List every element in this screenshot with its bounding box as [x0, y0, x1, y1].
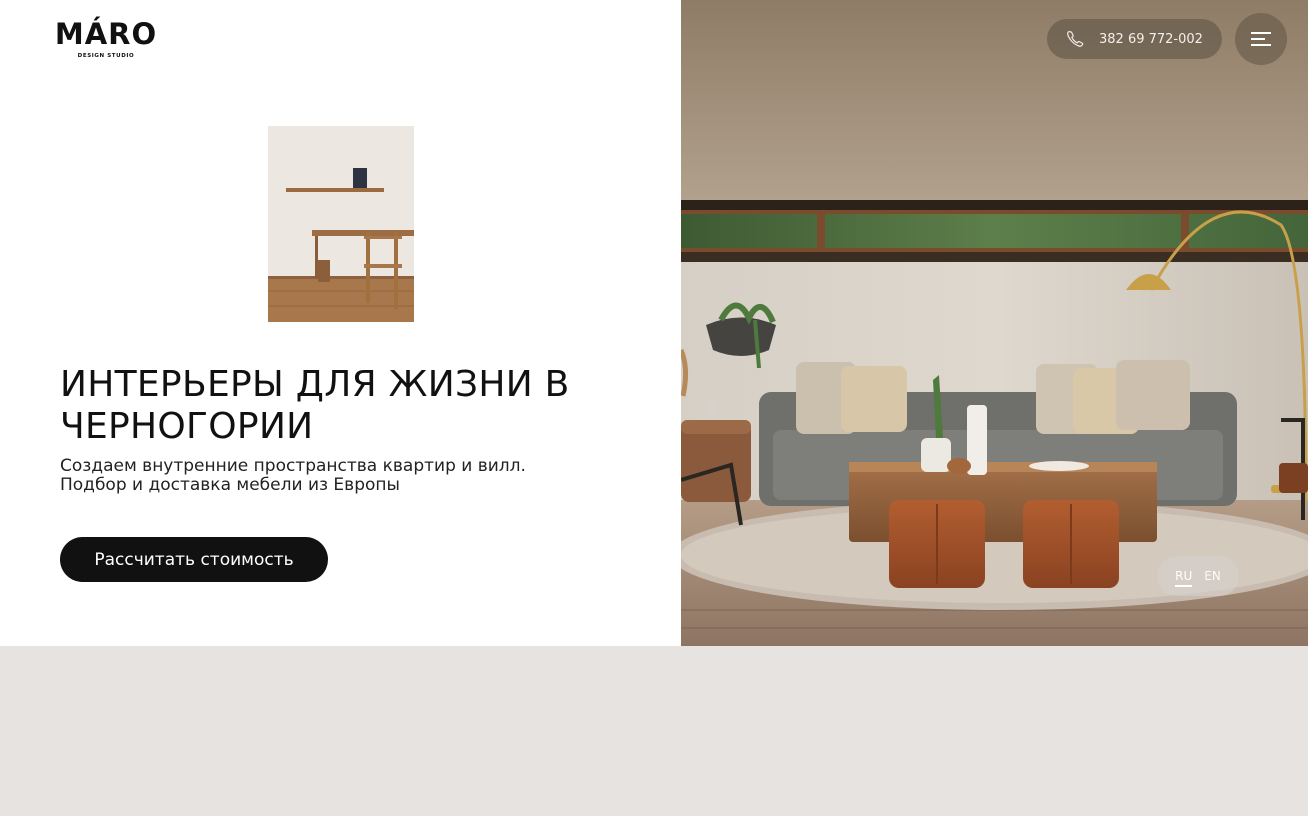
phone-contact[interactable]: 382 69 772-002: [1047, 19, 1222, 59]
hero-left-panel: MÁRO DESIGN STUDIO ИНТЕРЬЕРЫ ДЛЯ ЖИЗНИ В…: [0, 0, 681, 646]
language-ru[interactable]: RU: [1175, 569, 1193, 587]
logo-name: MÁRO: [54, 17, 158, 51]
language-switcher: RU EN: [1157, 556, 1239, 596]
menu-button[interactable]: [1235, 13, 1287, 65]
phone-number: 382 69 772-002: [1099, 31, 1203, 47]
interior-thumbnail-image: [268, 126, 414, 322]
hero-subtext-line2: Подбор и доставка мебели из Европы: [60, 475, 400, 495]
menu-icon: [1251, 32, 1271, 46]
language-en[interactable]: EN: [1204, 569, 1221, 583]
hero-interior-photo: [681, 0, 1308, 646]
hero-headline: ИНТЕРЬЕРЫ ДЛЯ ЖИЗНИ В ЧЕРНОГОРИИ: [60, 364, 570, 447]
hero-subtext-line1: Создаем внутренние пространства квартир …: [60, 456, 526, 476]
calculate-cost-button[interactable]: Рассчитать стоимость: [60, 537, 328, 582]
hero-subtext: Создаем внутренние пространства квартир …: [60, 457, 620, 495]
hero-section: MÁRO DESIGN STUDIO ИНТЕРЬЕРЫ ДЛЯ ЖИЗНИ В…: [0, 0, 1308, 646]
logo-subtitle: DESIGN STUDIO: [77, 53, 135, 59]
phone-icon: [1067, 30, 1084, 47]
next-section-band: [0, 646, 1308, 816]
logo[interactable]: MÁRO DESIGN STUDIO: [53, 18, 159, 59]
